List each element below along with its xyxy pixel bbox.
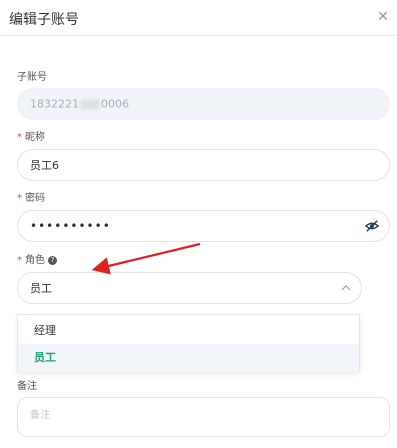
nickname-label: * 昵称 <box>17 128 45 143</box>
remark-label-text: 备注 <box>17 381 37 392</box>
role-dropdown: 经理 员工 <box>17 314 360 372</box>
role-label-text: 角色 <box>25 255 45 266</box>
account-value-suffix: 0006 <box>101 97 129 111</box>
remark-placeholder: 备注 <box>30 410 50 421</box>
password-label: * 密码 <box>17 189 45 204</box>
role-option-employee[interactable]: 员工 <box>18 344 359 372</box>
remark-label: 备注 <box>17 377 37 392</box>
password-label-text: 密码 <box>25 193 45 204</box>
required-mark: * <box>17 193 22 204</box>
account-value-prefix: 1832221 <box>30 97 79 111</box>
role-label: * 角色? <box>17 251 57 266</box>
remark-textarea[interactable]: 备注 <box>17 397 390 437</box>
password-value: •••••••••• <box>30 219 111 233</box>
dialog-title: 编辑子账号 <box>9 12 79 28</box>
nickname-input[interactable]: 员工6 <box>17 149 390 181</box>
account-field: 1832221 0006 <box>17 88 390 120</box>
password-input[interactable]: •••••••••• <box>17 210 390 242</box>
role-selected-value: 员工 <box>30 282 52 295</box>
account-label-text: 子账号 <box>17 72 47 83</box>
required-mark: * <box>17 255 22 266</box>
account-value: 1832221 0006 <box>30 98 129 111</box>
required-mark: * <box>17 132 22 143</box>
eye-off-icon[interactable] <box>365 219 379 233</box>
close-icon[interactable]: ✕ <box>375 9 391 25</box>
masked-digits <box>80 99 100 110</box>
nickname-label-text: 昵称 <box>25 132 45 143</box>
role-select[interactable]: 员工 <box>17 272 362 304</box>
account-label: 子账号 <box>17 68 47 83</box>
role-option-manager[interactable]: 经理 <box>18 317 359 345</box>
help-icon[interactable]: ? <box>48 255 57 265</box>
dialog-header: 编辑子账号 ✕ <box>0 0 397 36</box>
nickname-value: 员工6 <box>30 159 59 172</box>
chevron-up-icon <box>341 285 351 291</box>
